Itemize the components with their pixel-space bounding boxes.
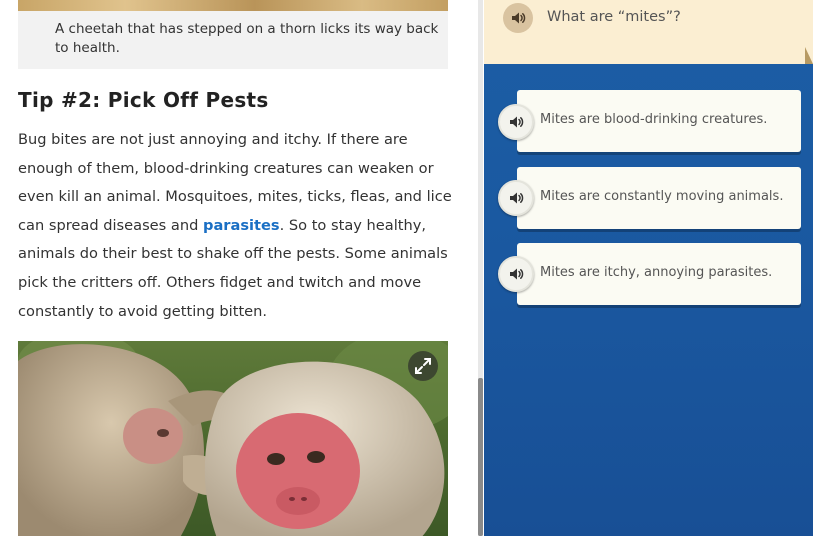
- speaker-icon: [512, 12, 526, 24]
- answer-option-label: Mites are blood-drinking creatures.: [540, 112, 768, 127]
- card-corner-fold: [805, 47, 813, 64]
- answer-3-audio-button[interactable]: [498, 256, 534, 292]
- article-scrollbar-thumb[interactable]: [478, 378, 483, 536]
- answer-option-2[interactable]: Mites are constantly moving animals.: [517, 167, 801, 229]
- monkey-illustration: [18, 341, 448, 536]
- answer-option-label: Mites are itchy, annoying parasites.: [540, 265, 773, 280]
- speaker-icon: [510, 268, 524, 280]
- speaker-icon: [510, 116, 524, 128]
- previous-photo-bottom: [18, 0, 448, 11]
- article-pane: A cheetah that has stepped on a thorn li…: [0, 0, 480, 536]
- expand-photo-button[interactable]: [408, 351, 438, 381]
- answer-option-3[interactable]: Mites are itchy, annoying parasites.: [517, 243, 801, 305]
- expand-icon: [415, 358, 431, 374]
- question-card: What are “mites”?: [484, 0, 813, 64]
- monkey-grooming-photo: [18, 341, 448, 536]
- answer-option-1[interactable]: Mites are blood-drinking creatures.: [517, 90, 801, 152]
- parasites-link[interactable]: parasites: [203, 217, 280, 234]
- section-heading: Tip #2: Pick Off Pests: [18, 88, 269, 112]
- photo-caption-box: A cheetah that has stepped on a thorn li…: [18, 11, 448, 69]
- answer-1-audio-button[interactable]: [498, 104, 534, 140]
- answer-option-label: Mites are constantly moving animals.: [540, 189, 784, 204]
- answer-2-audio-button[interactable]: [498, 180, 534, 216]
- quiz-panel: What are “mites”? Mites are blood-drinki…: [484, 0, 813, 536]
- question-text: What are “mites”?: [547, 9, 681, 25]
- question-audio-button[interactable]: [503, 3, 533, 33]
- photo-caption: A cheetah that has stepped on a thorn li…: [55, 21, 439, 56]
- speaker-icon: [510, 192, 524, 204]
- article-paragraph: Bug bites are not just annoying and itch…: [18, 126, 458, 326]
